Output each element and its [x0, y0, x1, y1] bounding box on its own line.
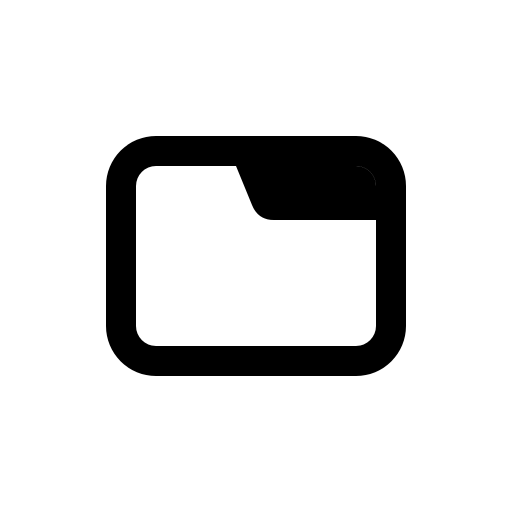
folder-tab [236, 166, 376, 220]
folder-tab-icon [106, 136, 406, 376]
icon-canvas [0, 0, 512, 512]
